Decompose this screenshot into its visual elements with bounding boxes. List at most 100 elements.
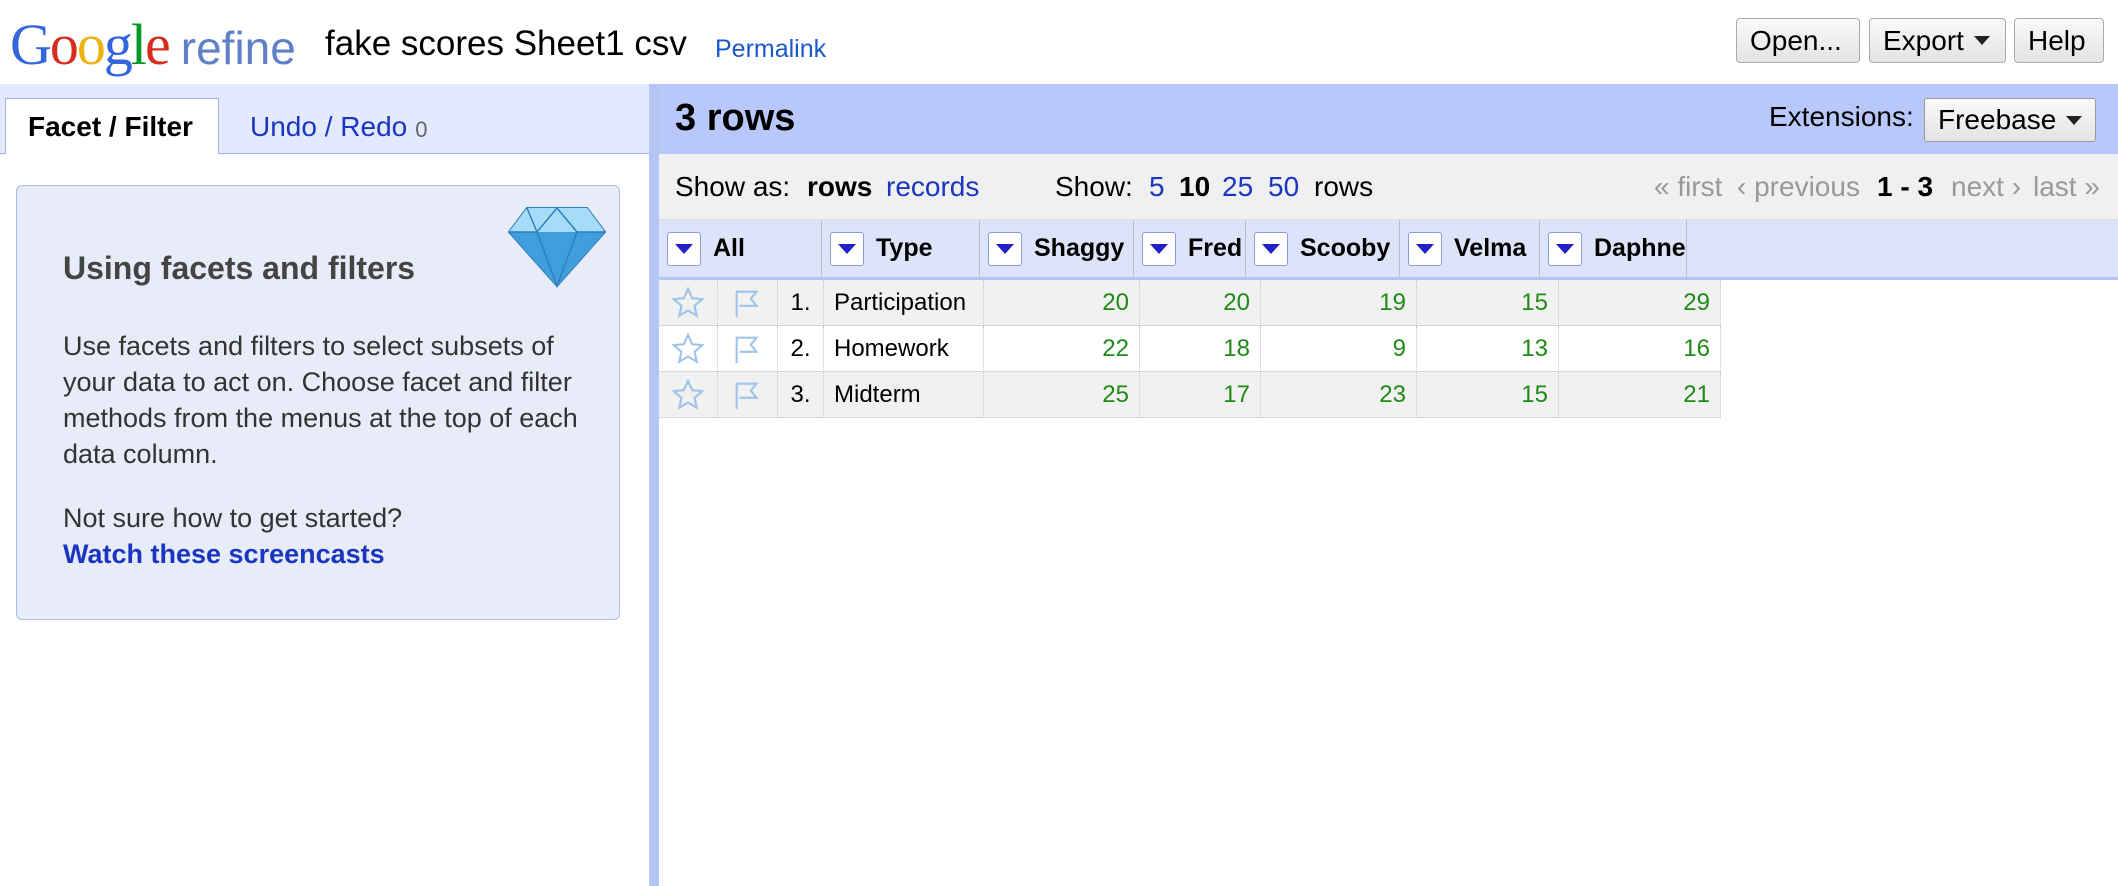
column-title: Shaggy (1034, 234, 1125, 262)
logo-letter: o (76, 12, 106, 77)
diamond-icon (507, 206, 607, 288)
chevron-down-icon (675, 243, 693, 254)
help-question: Not sure how to get started? (63, 503, 403, 533)
logo-letter: g (103, 12, 133, 77)
cell-shaggy[interactable]: 25 (984, 372, 1140, 418)
flag-icon[interactable] (718, 280, 778, 326)
page-size-10[interactable]: 10 (1179, 171, 1210, 203)
facet-help-box: Using facets and filters Use facets and … (16, 185, 620, 620)
data-view-panel: 3 rows Extensions: Freebase Show as: row… (659, 84, 2118, 886)
chevron-down-icon (996, 243, 1014, 254)
pager-first[interactable]: « first (1654, 171, 1722, 203)
column-header-daphne: Daphne (1540, 220, 1687, 277)
view-controls-bar: Show as: rows records Show: 5 10 25 50 r… (659, 154, 2118, 220)
column-header-scooby: Scooby (1246, 220, 1400, 277)
freebase-button-label: Freebase (1938, 104, 2057, 135)
page-size-25[interactable]: 25 (1222, 171, 1253, 203)
export-button[interactable]: Export (1869, 18, 2006, 63)
cell-velma[interactable]: 15 (1417, 280, 1559, 326)
cell-type[interactable]: Participation (824, 280, 984, 326)
rows-suffix: rows (1314, 171, 1374, 202)
column-menu-button[interactable] (1254, 231, 1288, 266)
help-button[interactable]: Help (2014, 18, 2104, 63)
cell-velma[interactable]: 13 (1417, 326, 1559, 372)
cell-fred[interactable]: 18 (1140, 326, 1261, 372)
chevron-down-icon (2066, 115, 2083, 125)
permalink-link[interactable]: Permalink (715, 35, 826, 64)
cell-scooby[interactable]: 9 (1261, 326, 1417, 372)
view-mode-records[interactable]: records (886, 171, 979, 203)
tab-facet-filter[interactable]: Facet / Filter (5, 98, 219, 155)
pager-next[interactable]: next › (1951, 171, 2021, 203)
cell-shaggy[interactable]: 22 (984, 326, 1140, 372)
help-title: Using facets and filters (63, 250, 416, 286)
flag-icon[interactable] (718, 372, 778, 418)
column-title: Daphne (1594, 234, 1686, 262)
freebase-extension-button[interactable]: Freebase (1924, 98, 2097, 142)
project-title[interactable]: fake scores Sheet1 csv (325, 24, 687, 64)
tab-label: Facet / Filter (28, 110, 193, 142)
tab-undo-redo[interactable]: Undo / Redo 0 (228, 98, 449, 155)
chevron-down-icon (1262, 243, 1280, 254)
export-button-label: Export (1883, 24, 1964, 56)
pager-last[interactable]: last » (2033, 171, 2100, 203)
star-icon[interactable] (659, 372, 718, 418)
undo-count: 0 (415, 116, 428, 142)
column-menu-button[interactable] (1142, 231, 1176, 266)
column-header-velma: Velma (1400, 220, 1540, 277)
pager-previous[interactable]: ‹ previous (1737, 171, 1860, 203)
column-header-fred: Fred (1134, 220, 1246, 277)
column-menu-button[interactable] (667, 231, 701, 266)
open-button[interactable]: Open... (1736, 18, 1860, 63)
logo-letter: G (10, 12, 52, 77)
open-button-label: Open... (1750, 24, 1842, 56)
row-index: 2. (778, 326, 824, 372)
chevron-down-icon (1416, 243, 1434, 254)
cell-scooby[interactable]: 23 (1261, 372, 1417, 418)
google-refine-logo[interactable]: G o o g l e refine (10, 14, 296, 76)
cell-fred[interactable]: 20 (1140, 280, 1261, 326)
column-menu-button[interactable] (988, 231, 1022, 266)
column-header-type: Type (822, 220, 980, 277)
row-index: 3. (778, 372, 824, 418)
table-row: 3. Midterm 25 17 23 15 21 (659, 372, 1721, 418)
screencasts-link[interactable]: Watch these screencasts (63, 539, 385, 570)
column-header-all: All (659, 220, 822, 277)
column-title: Fred (1188, 234, 1243, 262)
row-count: 3 rows (675, 97, 796, 139)
star-icon[interactable] (659, 326, 718, 372)
row-index: 1. (778, 280, 824, 326)
panel-resize-divider[interactable] (649, 84, 659, 886)
cell-type[interactable]: Midterm (824, 372, 984, 418)
cell-daphne[interactable]: 21 (1559, 372, 1721, 418)
column-title: Type (876, 234, 933, 262)
logo-letter: e (145, 12, 171, 77)
flag-icon[interactable] (718, 326, 778, 372)
left-panel: Facet / Filter Undo / Redo 0 Using facet… (0, 84, 649, 886)
left-tab-bar: Facet / Filter Undo / Redo 0 (0, 84, 649, 155)
cell-velma[interactable]: 15 (1417, 372, 1559, 418)
cell-fred[interactable]: 17 (1140, 372, 1261, 418)
pager-range: 1 - 3 (1877, 171, 1934, 202)
header-bar: G o o g l e refine fake scores Sheet1 cs… (0, 0, 2118, 84)
star-icon[interactable] (659, 280, 718, 326)
column-title: All (713, 234, 745, 262)
cell-daphne[interactable]: 29 (1559, 280, 1721, 326)
column-menu-button[interactable] (1548, 231, 1582, 266)
column-title: Velma (1454, 234, 1527, 262)
show-as-label: Show as: (675, 171, 791, 202)
page-size-50[interactable]: 50 (1268, 171, 1299, 203)
page-size-5[interactable]: 5 (1149, 171, 1165, 203)
column-menu-button[interactable] (830, 231, 864, 266)
chevron-down-icon (838, 243, 856, 254)
view-mode-rows[interactable]: rows (807, 171, 872, 203)
cell-daphne[interactable]: 16 (1559, 326, 1721, 372)
column-header-shaggy: Shaggy (980, 220, 1134, 277)
column-menu-button[interactable] (1408, 231, 1442, 266)
cell-shaggy[interactable]: 20 (984, 280, 1140, 326)
cell-scooby[interactable]: 19 (1261, 280, 1417, 326)
logo-product-name: refine (180, 22, 296, 74)
table-row: 1. Participation 20 20 19 15 29 (659, 280, 1721, 326)
cell-type[interactable]: Homework (824, 326, 984, 372)
summary-bar: 3 rows Extensions: Freebase (659, 84, 2118, 154)
